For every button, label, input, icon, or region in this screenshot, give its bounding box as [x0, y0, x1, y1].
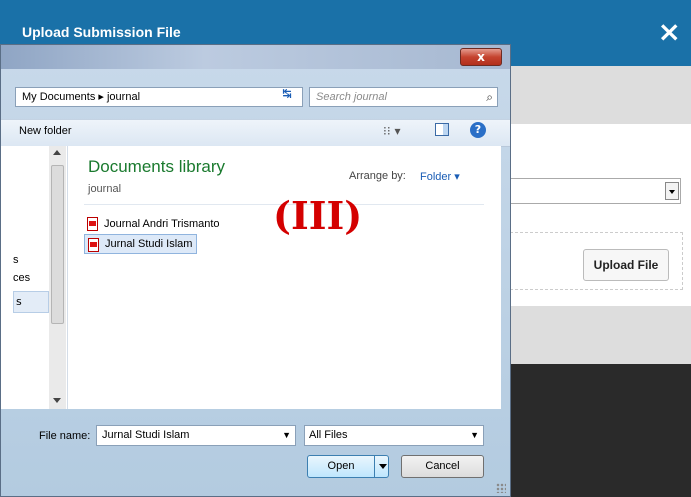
dialog-close-button[interactable]: x: [460, 48, 502, 66]
open-file-dialog: x My Documents ▸ journal ↹ Search journa…: [0, 44, 511, 497]
nav-item-selected[interactable]: s: [13, 291, 49, 313]
upload-file-button[interactable]: Upload File: [583, 249, 669, 281]
file-name-value: Jurnal Studi Islam: [102, 429, 190, 441]
preview-pane-icon[interactable]: [435, 123, 449, 136]
open-button[interactable]: Open: [307, 455, 389, 478]
search-icon[interactable]: ⌕: [486, 88, 493, 106]
scroll-up-icon[interactable]: [53, 150, 61, 155]
open-label: Open: [327, 460, 355, 472]
file-component-select[interactable]: [505, 178, 681, 204]
annotation-label: (III): [273, 193, 363, 238]
chevron-down-icon[interactable]: ▼: [282, 426, 291, 445]
arrange-by-dropdown[interactable]: Folder ▾: [420, 170, 460, 183]
help-icon[interactable]: ?: [470, 122, 486, 138]
file-name: Journal Andri Trismanto: [104, 218, 220, 230]
cancel-button[interactable]: Cancel: [401, 455, 484, 478]
chevron-down-icon[interactable]: ▼: [470, 426, 479, 445]
nav-scrollbar[interactable]: [49, 146, 66, 409]
split-divider: [374, 456, 375, 477]
pdf-file-icon: [87, 217, 98, 231]
dialog-toolbar: New folder ⁝⁝ ▾ ?: [1, 119, 510, 147]
library-subtitle: journal: [88, 183, 122, 195]
pdf-file-icon: [88, 238, 99, 252]
address-path: My Documents ▸ journal: [22, 91, 141, 103]
file-name-input[interactable]: Jurnal Studi Islam ▼: [96, 425, 296, 446]
file-item-selected[interactable]: Jurnal Studi Islam: [84, 234, 198, 254]
open-options-arrow-icon[interactable]: [379, 464, 387, 469]
library-title: Documents library: [88, 157, 225, 176]
file-name-label: File name:: [39, 430, 91, 442]
nav-item[interactable]: s: [13, 254, 19, 266]
search-input[interactable]: Search journal ⌕: [309, 87, 498, 107]
address-row: My Documents ▸ journal ↹ Search journal …: [1, 85, 510, 111]
resize-grip-icon[interactable]: [496, 483, 506, 493]
scroll-down-icon[interactable]: [53, 398, 61, 403]
view-options-icon[interactable]: ⁝⁝ ▾: [383, 124, 400, 138]
dialog-footer: File name: Jurnal Studi Islam ▼ All File…: [1, 409, 510, 497]
file-list-pane: Documents library journal Arrange by: Fo…: [68, 146, 501, 409]
file-type-value: All Files: [309, 429, 348, 441]
address-bar[interactable]: My Documents ▸ journal: [15, 87, 303, 107]
file-item[interactable]: Journal Andri Trismanto: [84, 214, 224, 234]
search-placeholder: Search journal: [316, 91, 387, 103]
file-type-select[interactable]: All Files ▼: [304, 425, 484, 446]
dialog-titlebar[interactable]: x: [1, 45, 510, 69]
chevron-down-icon[interactable]: [665, 182, 679, 200]
refresh-icon[interactable]: ↹: [275, 85, 299, 103]
navigation-pane: s ces s: [1, 146, 68, 409]
file-name: Jurnal Studi Islam: [105, 238, 193, 250]
nav-item[interactable]: ces: [13, 272, 30, 284]
arrange-by-label: Arrange by:: [349, 170, 406, 182]
new-folder-button[interactable]: New folder: [19, 125, 72, 137]
close-icon[interactable]: ×: [658, 18, 681, 46]
scroll-thumb[interactable]: [51, 165, 64, 324]
modal-title: Upload Submission File: [22, 24, 181, 40]
